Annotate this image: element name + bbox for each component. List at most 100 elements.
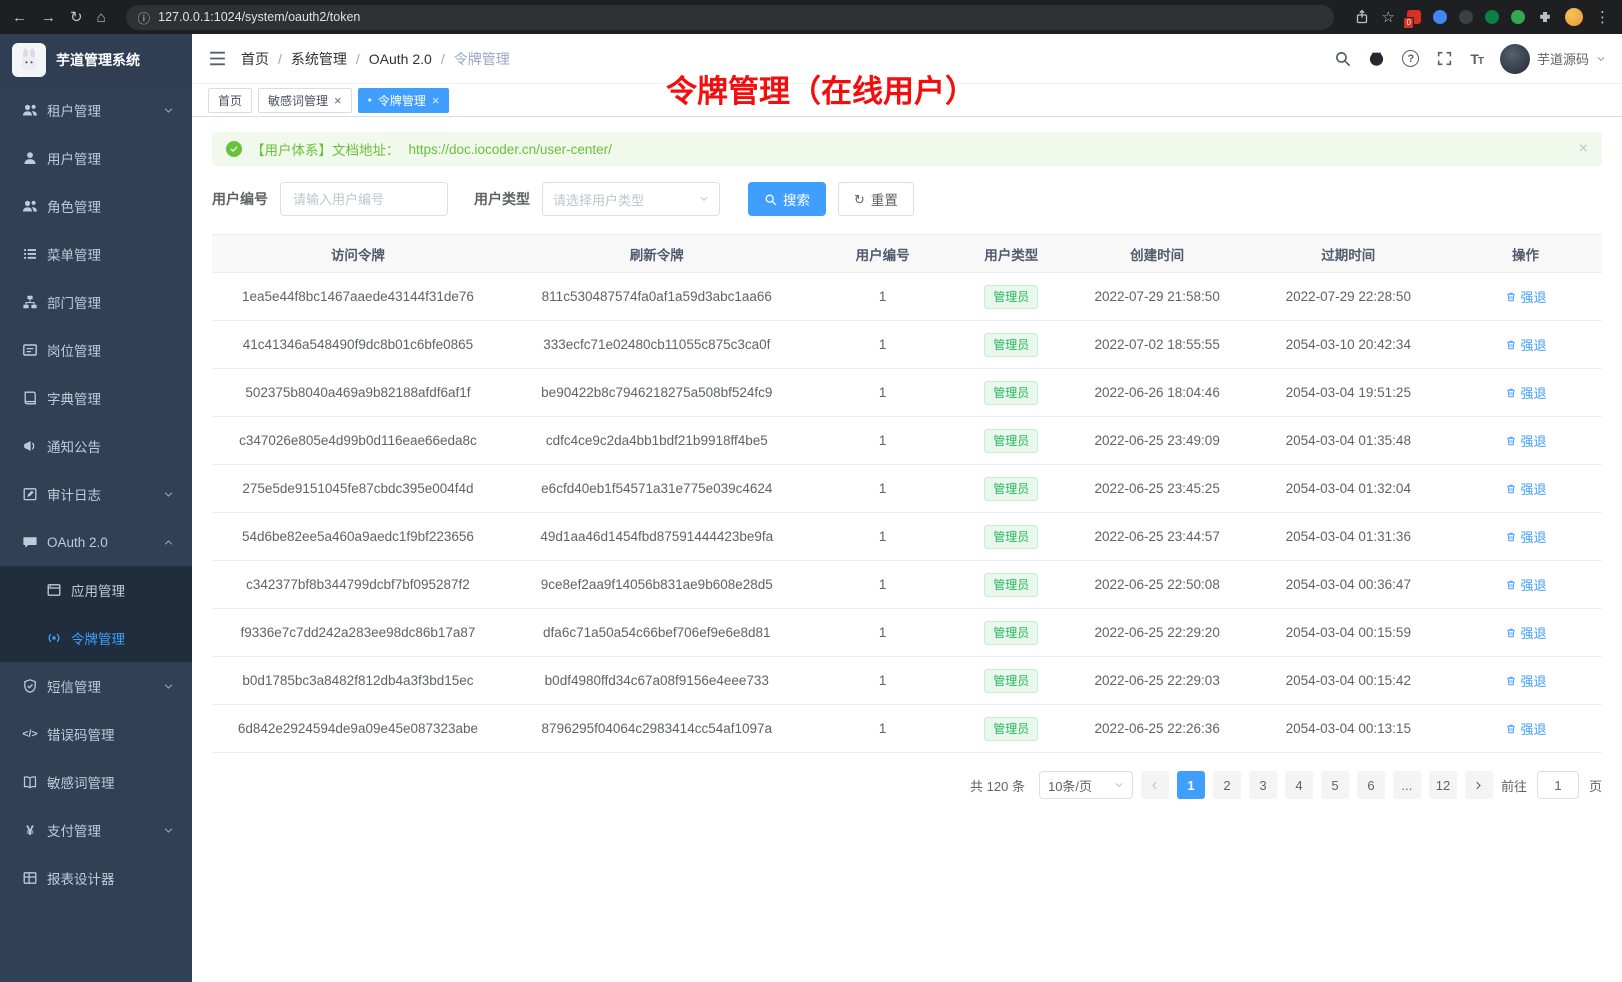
sidebar-item-post[interactable]: 岗位管理: [0, 326, 192, 374]
page-button[interactable]: 12: [1429, 771, 1457, 799]
doc-link[interactable]: https://doc.iocoder.cn/user-center/: [409, 142, 612, 157]
sidebar-item-error-code[interactable]: </> 错误码管理: [0, 710, 192, 758]
more-pages-button[interactable]: ...: [1393, 771, 1421, 799]
close-icon[interactable]: ×: [432, 94, 440, 107]
force-logout-button[interactable]: 强退: [1505, 335, 1547, 354]
sidebar-item-sms[interactable]: 短信管理: [0, 662, 192, 710]
sidebar-item-label: 租户管理: [47, 100, 154, 120]
browser-profile-avatar[interactable]: [1565, 8, 1583, 26]
extension-icon[interactable]: 0: [1407, 10, 1421, 24]
browser-actions: ☆ 0 ⋮: [1354, 8, 1610, 26]
sidebar-item-label: 菜单管理: [47, 244, 174, 264]
sidebar-item-user[interactable]: 用户管理: [0, 134, 192, 182]
search-icon[interactable]: [1334, 50, 1351, 67]
tab-token[interactable]: ● 令牌管理 ×: [358, 88, 450, 113]
sidebar-collapse-icon[interactable]: [208, 49, 227, 68]
sidebar-item-token[interactable]: 令牌管理: [0, 614, 192, 662]
help-icon[interactable]: ?: [1402, 50, 1419, 67]
breadcrumb-home[interactable]: 首页: [241, 49, 269, 69]
goto-page-input[interactable]: [1537, 771, 1579, 799]
search-button[interactable]: 搜索: [748, 182, 826, 216]
chevron-down-icon: [1114, 780, 1124, 790]
extension-icon[interactable]: [1459, 10, 1473, 24]
prev-page-button[interactable]: [1141, 771, 1169, 799]
share-icon[interactable]: [1354, 9, 1370, 25]
user-id-cell: 1: [810, 561, 956, 609]
close-icon[interactable]: ×: [334, 94, 342, 107]
expire-time-cell: 2054-03-10 20:42:34: [1248, 321, 1450, 369]
reset-button[interactable]: ↻ 重置: [838, 182, 914, 216]
user-type-cell: 管理员: [956, 321, 1067, 369]
table-row: 275e5de9151045fe87cbdc395e004f4d e6cfd40…: [212, 465, 1602, 513]
user-type-tag: 管理员: [984, 525, 1038, 549]
browser-menu-icon[interactable]: ⋮: [1595, 10, 1610, 25]
page-button[interactable]: 4: [1285, 771, 1313, 799]
browser-home-button[interactable]: ⌂: [97, 10, 106, 25]
page-size-select[interactable]: 10条/页: [1039, 771, 1133, 799]
sidebar-item-menu[interactable]: 菜单管理: [0, 230, 192, 278]
sidebar-item-announcement[interactable]: 通知公告: [0, 422, 192, 470]
tab-sensitive-word[interactable]: 敏感词管理 ×: [258, 88, 352, 113]
user-type-select[interactable]: 请选择用户类型: [542, 182, 720, 216]
page-button[interactable]: 1: [1177, 771, 1205, 799]
sidebar-item-report-designer[interactable]: 报表设计器: [0, 854, 192, 902]
tab-home[interactable]: 首页: [208, 88, 252, 113]
sidebar-item-label: 字典管理: [47, 388, 174, 408]
sidebar-item-sensitive-word[interactable]: 敏感词管理: [0, 758, 192, 806]
announcement-icon: [22, 438, 38, 454]
browser-reload-button[interactable]: ↻: [70, 10, 83, 25]
force-logout-button[interactable]: 强退: [1505, 431, 1547, 450]
extensions-puzzle-icon[interactable]: [1537, 9, 1553, 25]
sidebar-item-tenant[interactable]: 租户管理: [0, 86, 192, 134]
force-logout-button[interactable]: 强退: [1505, 383, 1547, 402]
refresh-token-cell: e6cfd40eb1f54571a31e775e039c4624: [504, 465, 810, 513]
bookmark-star-icon[interactable]: ☆: [1382, 10, 1395, 25]
force-logout-button[interactable]: 强退: [1505, 671, 1547, 690]
github-icon[interactable]: [1368, 50, 1385, 67]
user-type-cell: 管理员: [956, 609, 1067, 657]
fullscreen-icon[interactable]: [1436, 50, 1453, 67]
next-page-button[interactable]: [1465, 771, 1493, 799]
sidebar-item-application[interactable]: 应用管理: [0, 566, 192, 614]
sidebar-item-role[interactable]: 角色管理: [0, 182, 192, 230]
browser-back-button[interactable]: ←: [12, 10, 27, 25]
trash-icon: [1505, 531, 1517, 543]
sidebar-item-payment[interactable]: ¥ 支付管理: [0, 806, 192, 854]
app-logo[interactable]: 芋道管理系统: [0, 34, 192, 86]
user-id-cell: 1: [810, 369, 956, 417]
force-logout-button[interactable]: 强退: [1505, 719, 1547, 738]
page-button[interactable]: 3: [1249, 771, 1277, 799]
extension-icon[interactable]: [1485, 10, 1499, 24]
breadcrumb-oauth[interactable]: OAuth 2.0: [347, 51, 432, 67]
sidebar-item-oauth[interactable]: OAuth 2.0: [0, 518, 192, 566]
force-logout-label: 强退: [1521, 575, 1547, 594]
address-bar[interactable]: ⓘ 127.0.0.1:1024/system/oauth2/token: [126, 5, 1334, 30]
page-button[interactable]: 6: [1357, 771, 1385, 799]
refresh-token-cell: be90422b8c7946218275a508bf524fc9: [504, 369, 810, 417]
sidebar-item-dictionary[interactable]: 字典管理: [0, 374, 192, 422]
access-token-cell: 41c41346a548490f9dc8b01c6bfe0865: [212, 321, 504, 369]
page-button[interactable]: 2: [1213, 771, 1241, 799]
force-logout-button[interactable]: 强退: [1505, 479, 1547, 498]
breadcrumb-system[interactable]: 系统管理: [269, 49, 347, 69]
tenant-icon: [22, 102, 38, 118]
font-size-glyph: T: [1470, 51, 1478, 67]
browser-forward-button[interactable]: →: [41, 10, 56, 25]
user-type-tag: 管理员: [984, 477, 1038, 501]
extension-icon[interactable]: [1433, 10, 1447, 24]
trash-icon: [1505, 627, 1517, 639]
user-menu[interactable]: 芋道源码: [1500, 44, 1606, 74]
site-info-icon[interactable]: ⓘ: [138, 8, 151, 27]
breadcrumb-current: 令牌管理: [432, 49, 510, 69]
force-logout-button[interactable]: 强退: [1505, 623, 1547, 642]
page-button[interactable]: 5: [1321, 771, 1349, 799]
alert-close-icon[interactable]: ×: [1579, 141, 1588, 157]
sidebar-item-department[interactable]: 部门管理: [0, 278, 192, 326]
font-size-icon[interactable]: TT: [1470, 51, 1483, 67]
force-logout-button[interactable]: 强退: [1505, 287, 1547, 306]
sidebar-item-audit-log[interactable]: 审计日志: [0, 470, 192, 518]
user-id-input[interactable]: [280, 182, 448, 216]
force-logout-button[interactable]: 强退: [1505, 575, 1547, 594]
extension-icon[interactable]: [1511, 10, 1525, 24]
force-logout-button[interactable]: 强退: [1505, 527, 1547, 546]
